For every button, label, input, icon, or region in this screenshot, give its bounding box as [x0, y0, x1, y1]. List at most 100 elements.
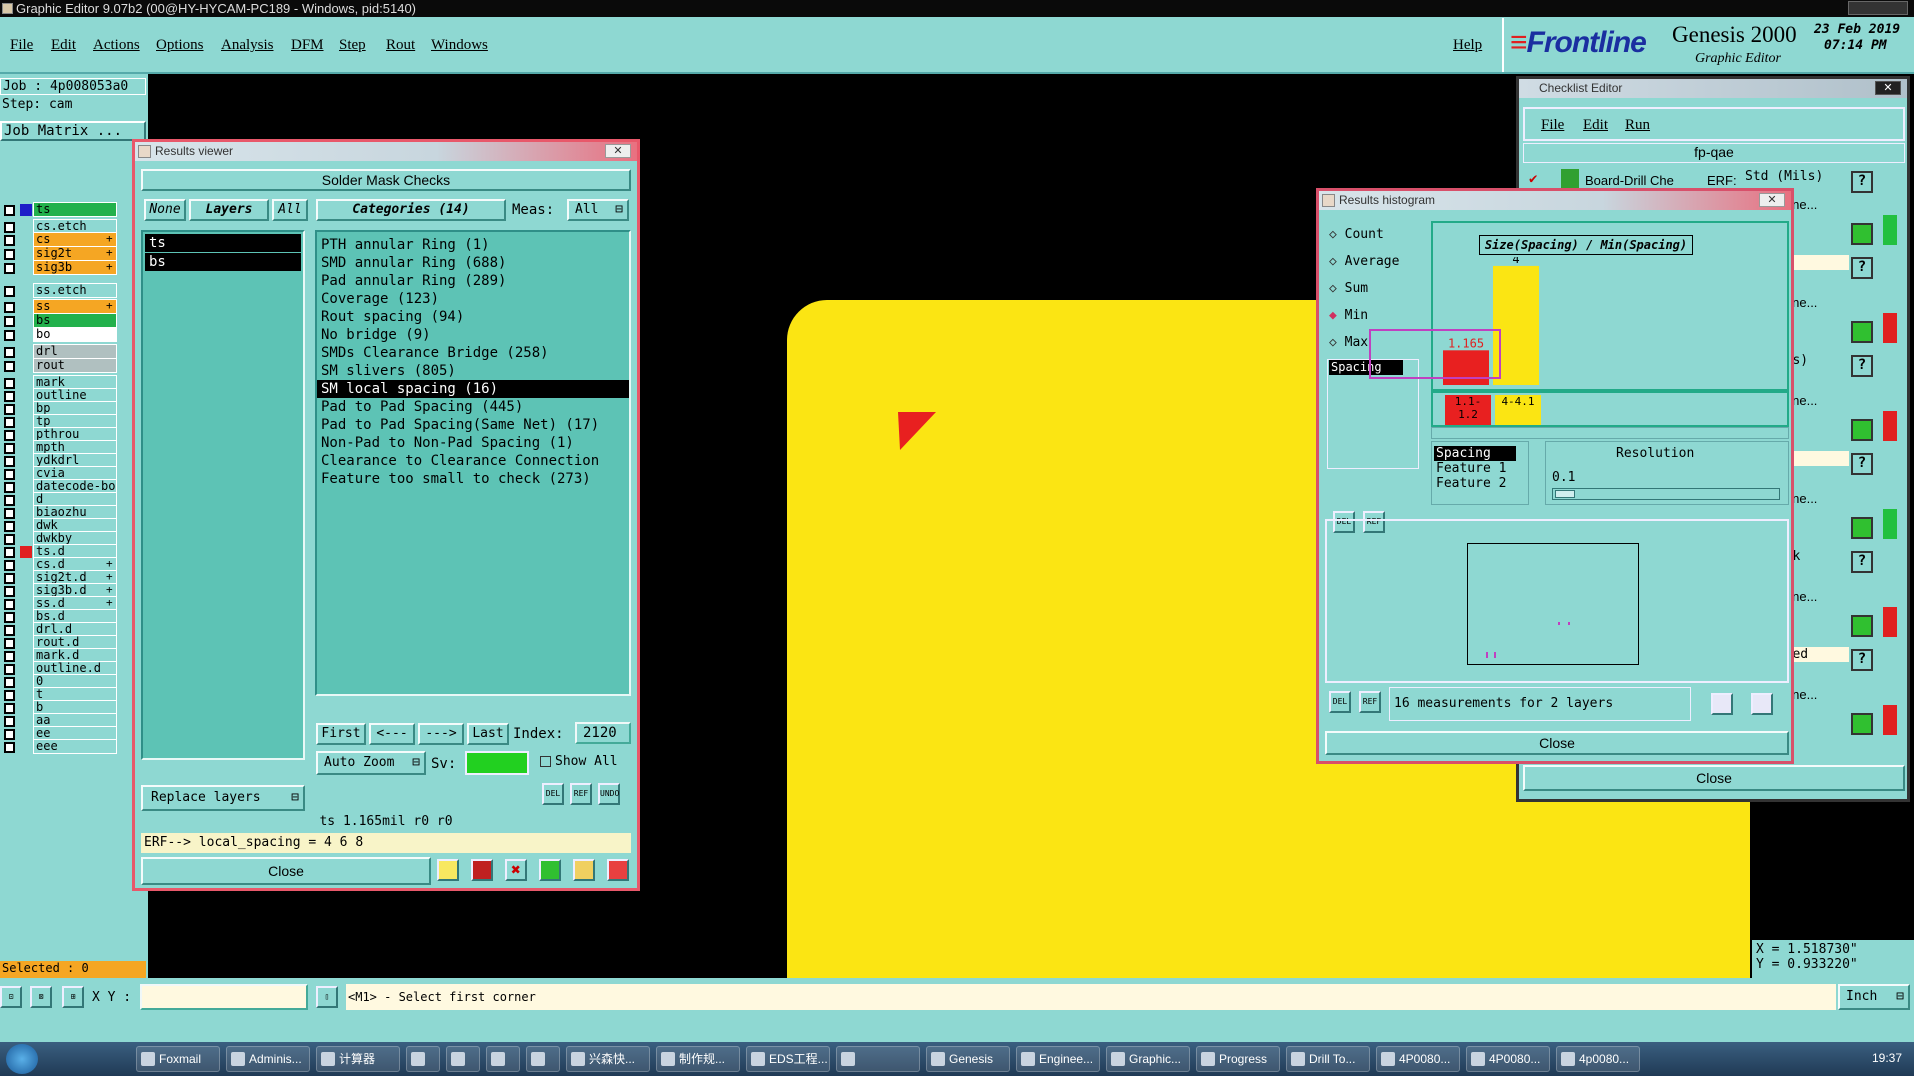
- meas-select[interactable]: All ⊟: [567, 199, 629, 221]
- taskbar-item[interactable]: Enginee...: [1016, 1046, 1100, 1072]
- list-item[interactable]: bs: [145, 253, 301, 271]
- taskbar-item[interactable]: [526, 1046, 560, 1072]
- delete-icon[interactable]: DEL: [1329, 691, 1351, 713]
- taskbar-item[interactable]: [406, 1046, 440, 1072]
- index-input[interactable]: 2120: [575, 722, 631, 744]
- close-icon[interactable]: ✕: [1875, 81, 1901, 95]
- layer-checkbox[interactable]: [4, 316, 15, 327]
- zoom-icon[interactable]: [1851, 223, 1873, 245]
- layer-name[interactable]: eee: [33, 739, 117, 754]
- zoom-icon[interactable]: [1851, 713, 1873, 735]
- layer-name[interactable]: sig2t: [33, 246, 117, 261]
- taskbar-item[interactable]: Drill To...: [1286, 1046, 1370, 1072]
- category-item[interactable]: SM local spacing (16): [317, 380, 629, 398]
- auto-zoom-select[interactable]: Auto Zoom ⊟: [316, 751, 426, 775]
- mode-average-radio[interactable]: ◇ Average: [1329, 254, 1399, 269]
- units-select[interactable]: Inch ⊟: [1838, 984, 1910, 1010]
- layer-name[interactable]: bo: [33, 327, 117, 342]
- cross-icon[interactable]: ✖: [505, 859, 527, 881]
- record-icon[interactable]: [471, 859, 493, 881]
- taskbar-item[interactable]: 计算器: [316, 1046, 400, 1072]
- ref-icon[interactable]: REF: [570, 783, 592, 805]
- highlight-icon[interactable]: [437, 859, 459, 881]
- zoom-icon[interactable]: [1851, 419, 1873, 441]
- close-icon[interactable]: ✕: [605, 144, 631, 158]
- results-viewer-titlebar[interactable]: Results viewer ✕: [135, 142, 637, 161]
- mode-max-radio[interactable]: ◇ Max: [1329, 335, 1368, 350]
- menu-edit[interactable]: Edit: [51, 37, 76, 54]
- help-icon[interactable]: ?: [1851, 551, 1873, 573]
- taskbar-item[interactable]: [836, 1046, 920, 1072]
- layer-row[interactable]: ts: [0, 202, 148, 219]
- show-all-checkbox[interactable]: [540, 756, 551, 767]
- taskbar-item[interactable]: EDS工程...: [746, 1046, 830, 1072]
- menu-file[interactable]: File: [1541, 117, 1564, 134]
- job-matrix-button[interactable]: Job Matrix ...: [0, 121, 146, 141]
- category-item[interactable]: Coverage (123): [317, 290, 629, 308]
- start-button[interactable]: [6, 1044, 38, 1074]
- prompt-icon[interactable]: ▯: [316, 986, 338, 1008]
- layers-none-button[interactable]: None: [144, 199, 186, 221]
- layer-checkbox[interactable]: [4, 286, 15, 297]
- sv-color-select[interactable]: [465, 751, 529, 775]
- histogram-titlebar[interactable]: Results histogram ✕: [1319, 191, 1791, 210]
- layer-row[interactable]: bo: [0, 327, 148, 344]
- category-item[interactable]: PTH annular Ring (1): [317, 236, 629, 254]
- menu-step[interactable]: Step: [339, 37, 366, 54]
- taskbar-item[interactable]: [486, 1046, 520, 1072]
- menu-options[interactable]: Options: [156, 37, 204, 54]
- layer-checkbox[interactable]: [4, 347, 15, 358]
- zoom-icon[interactable]: [1851, 615, 1873, 637]
- help-icon[interactable]: ?: [1851, 257, 1873, 279]
- layer-checkbox[interactable]: [4, 205, 15, 216]
- layer-row[interactable]: ss.etch: [0, 283, 148, 300]
- menu-windows[interactable]: Windows: [431, 37, 488, 54]
- attr-feature-1[interactable]: Feature 1: [1432, 461, 1528, 476]
- category-item[interactable]: Pad annular Ring (289): [317, 272, 629, 290]
- layer-name[interactable]: ts: [33, 202, 117, 217]
- taskbar-item[interactable]: 4P0080...: [1466, 1046, 1550, 1072]
- layer-row[interactable]: sig3b +: [0, 260, 148, 277]
- category-item[interactable]: No bridge (9): [317, 326, 629, 344]
- menu-file[interactable]: File: [10, 37, 33, 54]
- menu-dfm[interactable]: DFM: [291, 37, 324, 54]
- menu-rout[interactable]: Rout: [386, 37, 415, 54]
- report-icon[interactable]: [573, 859, 595, 881]
- layer-checkbox[interactable]: [4, 235, 15, 246]
- layer-checkbox[interactable]: [4, 330, 15, 341]
- category-item[interactable]: Feature too small to check (273): [317, 470, 629, 488]
- grid-icon[interactable]: ⊞: [62, 986, 84, 1008]
- category-item[interactable]: Pad to Pad Spacing(Same Net) (17): [317, 416, 629, 434]
- layer-name[interactable]: ss.etch: [33, 283, 117, 298]
- prev-button[interactable]: <---: [369, 723, 415, 745]
- category-item[interactable]: SMD annular Ring (688): [317, 254, 629, 272]
- layer-checkbox[interactable]: [4, 263, 15, 274]
- category-item[interactable]: SM slivers (805): [317, 362, 629, 380]
- taskbar-item[interactable]: Genesis: [926, 1046, 1010, 1072]
- taskbar-item[interactable]: Progress: [1196, 1046, 1280, 1072]
- category-list[interactable]: PTH annular Ring (1) SMD annular Ring (68…: [315, 230, 631, 696]
- layer-results-list[interactable]: ts bs: [141, 230, 305, 760]
- category-item[interactable]: Pad to Pad Spacing (445): [317, 398, 629, 416]
- histogram-close-button[interactable]: Close: [1325, 731, 1789, 755]
- categories-button[interactable]: Categories (14): [316, 199, 506, 221]
- mode-sum-radio[interactable]: ◇ Sum: [1329, 281, 1368, 296]
- close-icon[interactable]: ✕: [1759, 193, 1785, 207]
- layer-checkbox[interactable]: [4, 742, 15, 753]
- layers-all-button[interactable]: All: [272, 199, 308, 221]
- replace-layers-select[interactable]: Replace layers ⊟: [141, 785, 305, 811]
- layer-name[interactable]: sig3b: [33, 260, 117, 275]
- category-item[interactable]: SMDs Clearance Bridge (258): [317, 344, 629, 362]
- layer-checkbox[interactable]: [4, 361, 15, 372]
- taskbar-item[interactable]: [446, 1046, 480, 1072]
- mode-min-radio[interactable]: ◆ Min: [1329, 308, 1368, 323]
- taskbar-item[interactable]: 4P0080...: [1376, 1046, 1460, 1072]
- menu-help[interactable]: Help: [1453, 37, 1482, 54]
- mode-count-radio[interactable]: ◇ Count: [1329, 227, 1384, 242]
- ref-icon[interactable]: REF: [1359, 691, 1381, 713]
- checklist-close-button[interactable]: Close: [1523, 765, 1905, 791]
- undo-icon[interactable]: UNDO: [598, 783, 620, 805]
- first-button[interactable]: First: [316, 723, 366, 745]
- taskbar-item[interactable]: Graphic...: [1106, 1046, 1190, 1072]
- help-icon[interactable]: ?: [1851, 355, 1873, 377]
